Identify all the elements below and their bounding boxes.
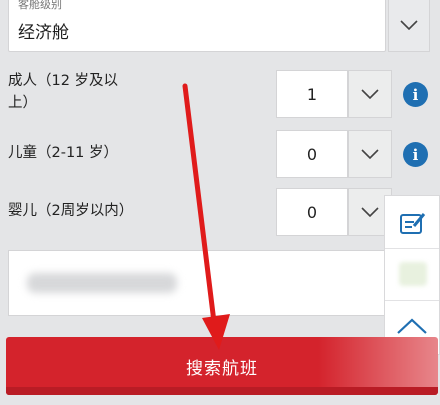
chevron-up-icon[interactable] [397,318,427,334]
search-flights-button[interactable]: 搜索航班 [6,337,438,395]
blurred-content [27,273,177,293]
button-glare [318,337,438,395]
child-label: 儿童（2-11 岁） [8,145,119,161]
search-flights-label: 搜索航班 [186,358,258,379]
child-count-field[interactable]: 0 [276,130,348,178]
child-count-dropdown-button[interactable] [348,130,392,178]
adult-label-line2: 上） [8,95,37,111]
infant-count-field[interactable]: 0 [276,188,348,236]
floating-side-toolbar [384,195,440,355]
green-icon[interactable] [399,262,427,286]
infant-label: 婴儿（2周岁以内） [8,203,134,219]
adult-info-icon[interactable]: i [403,82,428,107]
blurred-input-field[interactable] [8,250,386,316]
chevron-down-icon [361,149,379,159]
adult-count-field[interactable]: 1 [276,70,348,118]
adult-count-dropdown-button[interactable] [348,70,392,118]
adult-label: 成人（12 岁及以 上） [8,70,118,114]
adult-count-value: 1 [306,84,318,104]
infant-count-value: 0 [306,202,318,222]
cabin-class-label: 客舱级别 [18,0,62,11]
adult-label-line1: 成人（12 岁及以 [8,73,119,89]
chevron-down-icon [400,20,418,30]
child-info-icon[interactable]: i [403,142,428,167]
cabin-class-dropdown-button[interactable] [388,0,430,52]
cabin-class-value: 经济舱 [18,23,69,43]
edit-icon[interactable] [399,210,427,236]
chevron-down-icon [361,207,379,217]
chevron-down-icon [361,89,379,99]
child-count-value: 0 [306,144,318,164]
